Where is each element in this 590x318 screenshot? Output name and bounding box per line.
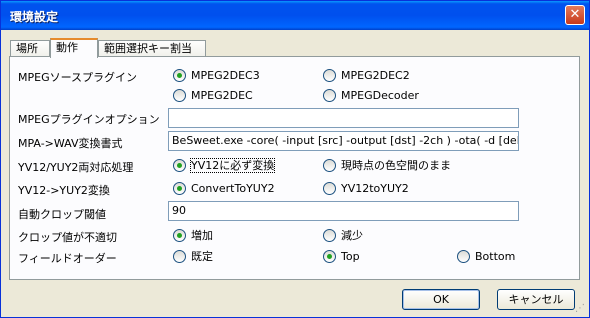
radio-unselected-icon — [457, 249, 470, 263]
settings-dialog: 環境設定 ✕ 場所 動作 範囲選択キー割当 MPEGソースプラグイン MPEG2… — [0, 0, 590, 318]
mpa-wav-label: MPA->WAV変換書式 — [18, 137, 123, 150]
crop-invalid-label: クロップ値が不適切 — [18, 231, 117, 244]
radio-unselected-icon — [323, 181, 336, 195]
auto-crop-threshold-label: 自動クロップ閾値 — [18, 208, 106, 221]
yv12-yuy2-both-label: YV12/YUY2両対応処理 — [18, 161, 134, 174]
radio-selected-icon — [173, 181, 186, 195]
radio-field-top[interactable]: Top — [323, 249, 360, 264]
radio-converttoyuy2[interactable]: ConvertToYUY2 — [173, 181, 275, 196]
plugin-option-input[interactable] — [168, 108, 519, 128]
field-order-label: フィールドオーダー — [18, 252, 117, 265]
ok-button[interactable]: OK — [402, 289, 480, 310]
plugin-option-label: MPEGプラグインオプション — [18, 113, 160, 126]
radio-increase[interactable]: 増加 — [173, 228, 213, 243]
radio-selected-icon — [173, 228, 186, 242]
radio-selected-icon — [173, 158, 186, 172]
resize-grip-icon[interactable]: ⋰ — [575, 303, 587, 315]
title-bar[interactable]: 環境設定 ✕ — [1, 1, 589, 30]
close-button[interactable]: ✕ — [565, 5, 585, 25]
yv12-to-yuy2-label: YV12->YUY2変換 — [18, 184, 110, 197]
radio-keep-colorspace[interactable]: 現時点の色空間のまま — [323, 158, 451, 173]
radio-selected-icon — [173, 68, 186, 82]
tab-behavior[interactable]: 動作 — [50, 38, 98, 58]
radio-yv12toyuy2[interactable]: YV12toYUY2 — [323, 181, 409, 196]
radio-unselected-icon — [173, 249, 186, 263]
radio-unselected-icon — [323, 68, 336, 82]
radio-field-bottom[interactable]: Bottom — [457, 249, 515, 264]
radio-unselected-icon — [323, 228, 336, 242]
radio-unselected-icon — [323, 158, 336, 172]
radio-mpeg2dec3[interactable]: MPEG2DEC3 — [173, 68, 260, 83]
radio-decrease[interactable]: 減少 — [323, 228, 363, 243]
radio-convert-to-yv12[interactable]: YV12に必ず変換 — [173, 158, 276, 173]
radio-mpeg2dec[interactable]: MPEG2DEC — [173, 88, 253, 103]
tab-location[interactable]: 場所 — [10, 40, 50, 57]
radio-unselected-icon — [173, 88, 186, 102]
mpeg-source-plugin-label: MPEGソースプラグイン — [18, 71, 138, 84]
radio-selected-icon — [323, 249, 336, 263]
radio-field-default[interactable]: 既定 — [173, 249, 213, 264]
mpa-wav-format-input[interactable]: BeSweet.exe -core( -input [src] -output … — [168, 131, 519, 151]
radio-unselected-icon — [323, 88, 336, 102]
window-title: 環境設定 — [10, 10, 59, 24]
cancel-button[interactable]: キャンセル — [497, 289, 575, 310]
radio-mpegdecoder[interactable]: MPEGDecoder — [323, 88, 419, 103]
auto-crop-threshold-input[interactable]: 90 — [168, 201, 519, 221]
tab-range-select-keys[interactable]: 範囲選択キー割当 — [98, 40, 206, 57]
radio-mpeg2dec2[interactable]: MPEG2DEC2 — [323, 68, 410, 83]
